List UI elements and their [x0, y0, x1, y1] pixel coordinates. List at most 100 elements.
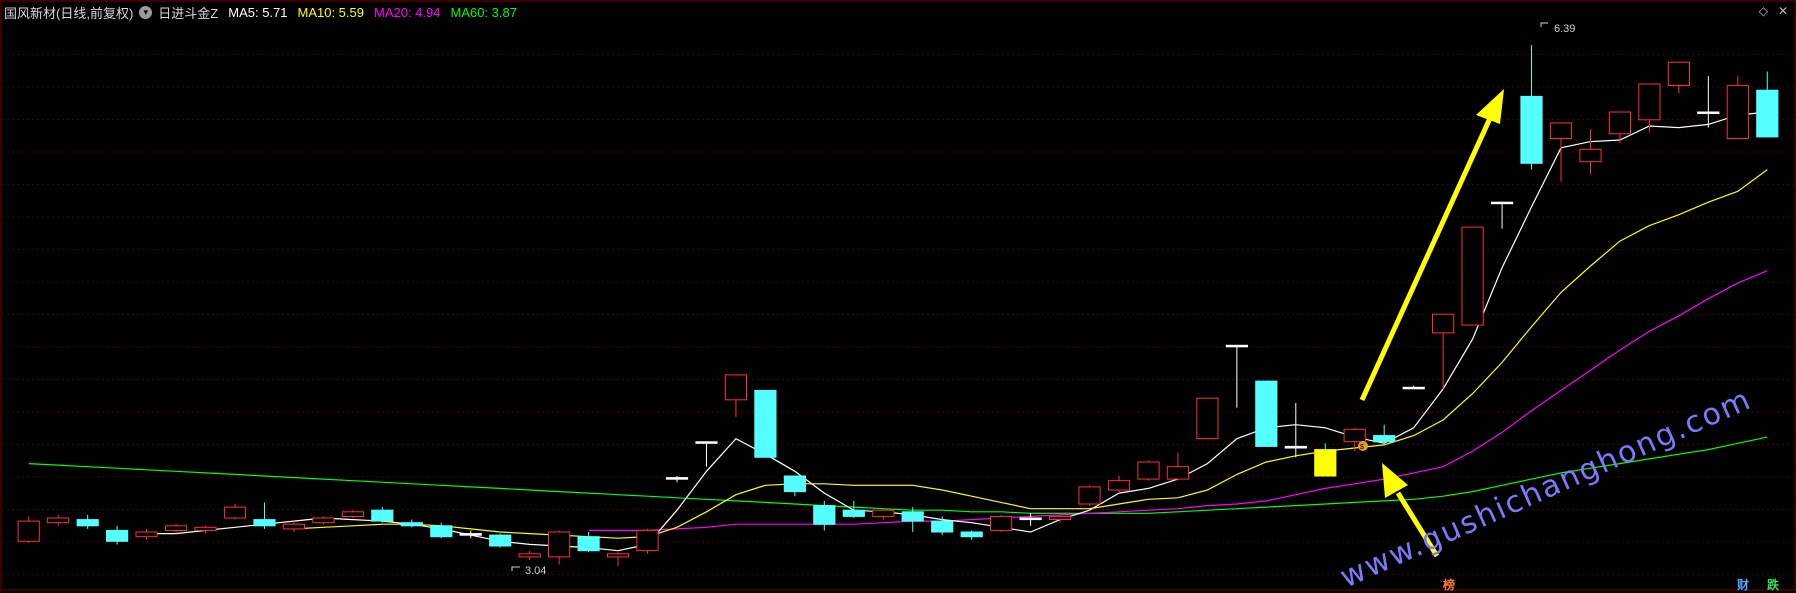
candle-body	[783, 475, 806, 493]
candle	[1049, 514, 1072, 523]
low-price-label: 3.04	[525, 565, 546, 577]
candle-body	[577, 536, 600, 552]
candle	[1284, 402, 1307, 458]
candle-body	[1314, 449, 1337, 477]
candle-body	[489, 534, 512, 547]
candle	[783, 475, 806, 497]
candle	[1225, 344, 1249, 408]
candle-body	[1078, 486, 1101, 505]
money-bag-mark: $	[1360, 444, 1364, 451]
candle-body	[1667, 61, 1691, 86]
candle-body	[1756, 89, 1779, 138]
candle	[665, 476, 689, 483]
candle	[1137, 460, 1160, 481]
candle-body	[430, 525, 453, 538]
die-badge[interactable]: 跌	[1767, 576, 1779, 593]
chevron-down-icon[interactable]: ▾	[139, 5, 153, 19]
top-right-icons: ◇ ✕	[1759, 4, 1788, 18]
candle	[253, 502, 276, 529]
candle-body	[1166, 466, 1190, 480]
candle-body	[312, 517, 335, 524]
high-price-label: 6.39	[1554, 23, 1575, 35]
candle	[931, 516, 954, 536]
candle	[577, 532, 600, 553]
candle	[518, 550, 541, 560]
candle-body	[636, 529, 659, 552]
candle	[724, 374, 747, 417]
candle-body	[1461, 226, 1484, 326]
candle	[1608, 111, 1632, 144]
candle	[1107, 476, 1131, 494]
candle	[1579, 129, 1602, 175]
candle	[901, 507, 924, 532]
candle	[165, 524, 188, 534]
candle	[1255, 380, 1278, 447]
diamond-icon[interactable]: ◇	[1759, 4, 1768, 18]
ma60-label: MA60: 3.87	[450, 4, 518, 20]
kline-chart-svg[interactable]: $ 6.39 3.04 www.gushichanghong.com	[0, 0, 1796, 591]
candle-body	[1019, 517, 1042, 521]
low-price-marker	[511, 566, 520, 571]
candle	[1520, 45, 1543, 170]
candle-body	[459, 533, 482, 536]
candle-body	[754, 389, 777, 458]
candle	[489, 533, 512, 548]
candle	[1373, 424, 1396, 443]
candle	[813, 500, 836, 531]
candle-body	[842, 509, 865, 517]
candle-body	[518, 553, 541, 558]
kline-chart[interactable]: $ 6.39 3.04 www.gushichanghong.com	[0, 0, 1796, 591]
candle-body	[1491, 201, 1514, 205]
candle	[1667, 61, 1691, 94]
candle-body	[1726, 85, 1749, 139]
candle	[1726, 76, 1749, 139]
candle-body	[400, 522, 423, 527]
candle	[842, 500, 865, 518]
candle	[548, 530, 571, 565]
close-icon[interactable]: ✕	[1778, 4, 1788, 18]
candle	[1756, 71, 1779, 138]
candle	[47, 514, 70, 526]
candle-body	[990, 515, 1013, 531]
candle	[312, 516, 335, 525]
candle-body	[1608, 111, 1632, 135]
candle	[194, 525, 217, 534]
stock-name: 国风新材(日线,前复权)	[4, 5, 134, 21]
candle	[1491, 201, 1514, 229]
candle	[960, 530, 983, 540]
candle-body	[1049, 515, 1072, 521]
candle-body	[1579, 148, 1602, 163]
ma10-label: MA10: 5.59	[297, 4, 365, 20]
candle	[282, 521, 305, 532]
indicator-name[interactable]: 日进斗金Z	[158, 3, 218, 22]
candle-body	[813, 505, 836, 525]
candle-body	[341, 511, 364, 517]
candle	[1461, 226, 1484, 326]
candle-body	[724, 374, 747, 401]
candle-body	[165, 525, 188, 531]
candle-body	[282, 523, 305, 530]
candle	[1166, 452, 1190, 481]
candle-body	[607, 553, 630, 558]
chart-header: 国风新材(日线,前复权) ▾ 日进斗金Z MA5: 5.71 MA10: 5.5…	[4, 2, 517, 22]
candle-body	[548, 531, 571, 558]
candle-body	[1107, 480, 1131, 491]
candle	[371, 507, 394, 523]
candle	[754, 389, 777, 458]
candle	[607, 552, 630, 567]
candle	[341, 510, 364, 518]
candle-body	[1520, 95, 1543, 164]
candle-body	[1196, 397, 1219, 440]
candle-body	[1402, 386, 1425, 390]
candle-body	[371, 509, 394, 522]
candle	[223, 504, 247, 520]
candle-body	[901, 511, 924, 522]
candle	[872, 508, 895, 520]
candle	[1019, 513, 1042, 526]
signal-layer: $	[1358, 441, 1368, 451]
candle	[1697, 76, 1720, 128]
cai-badge[interactable]: 财	[1737, 576, 1749, 593]
ma20-label: MA20: 4.94	[374, 4, 441, 20]
ma5-label: MA5: 5.71	[228, 4, 288, 20]
bang-badge[interactable]: 榜	[1443, 576, 1455, 593]
